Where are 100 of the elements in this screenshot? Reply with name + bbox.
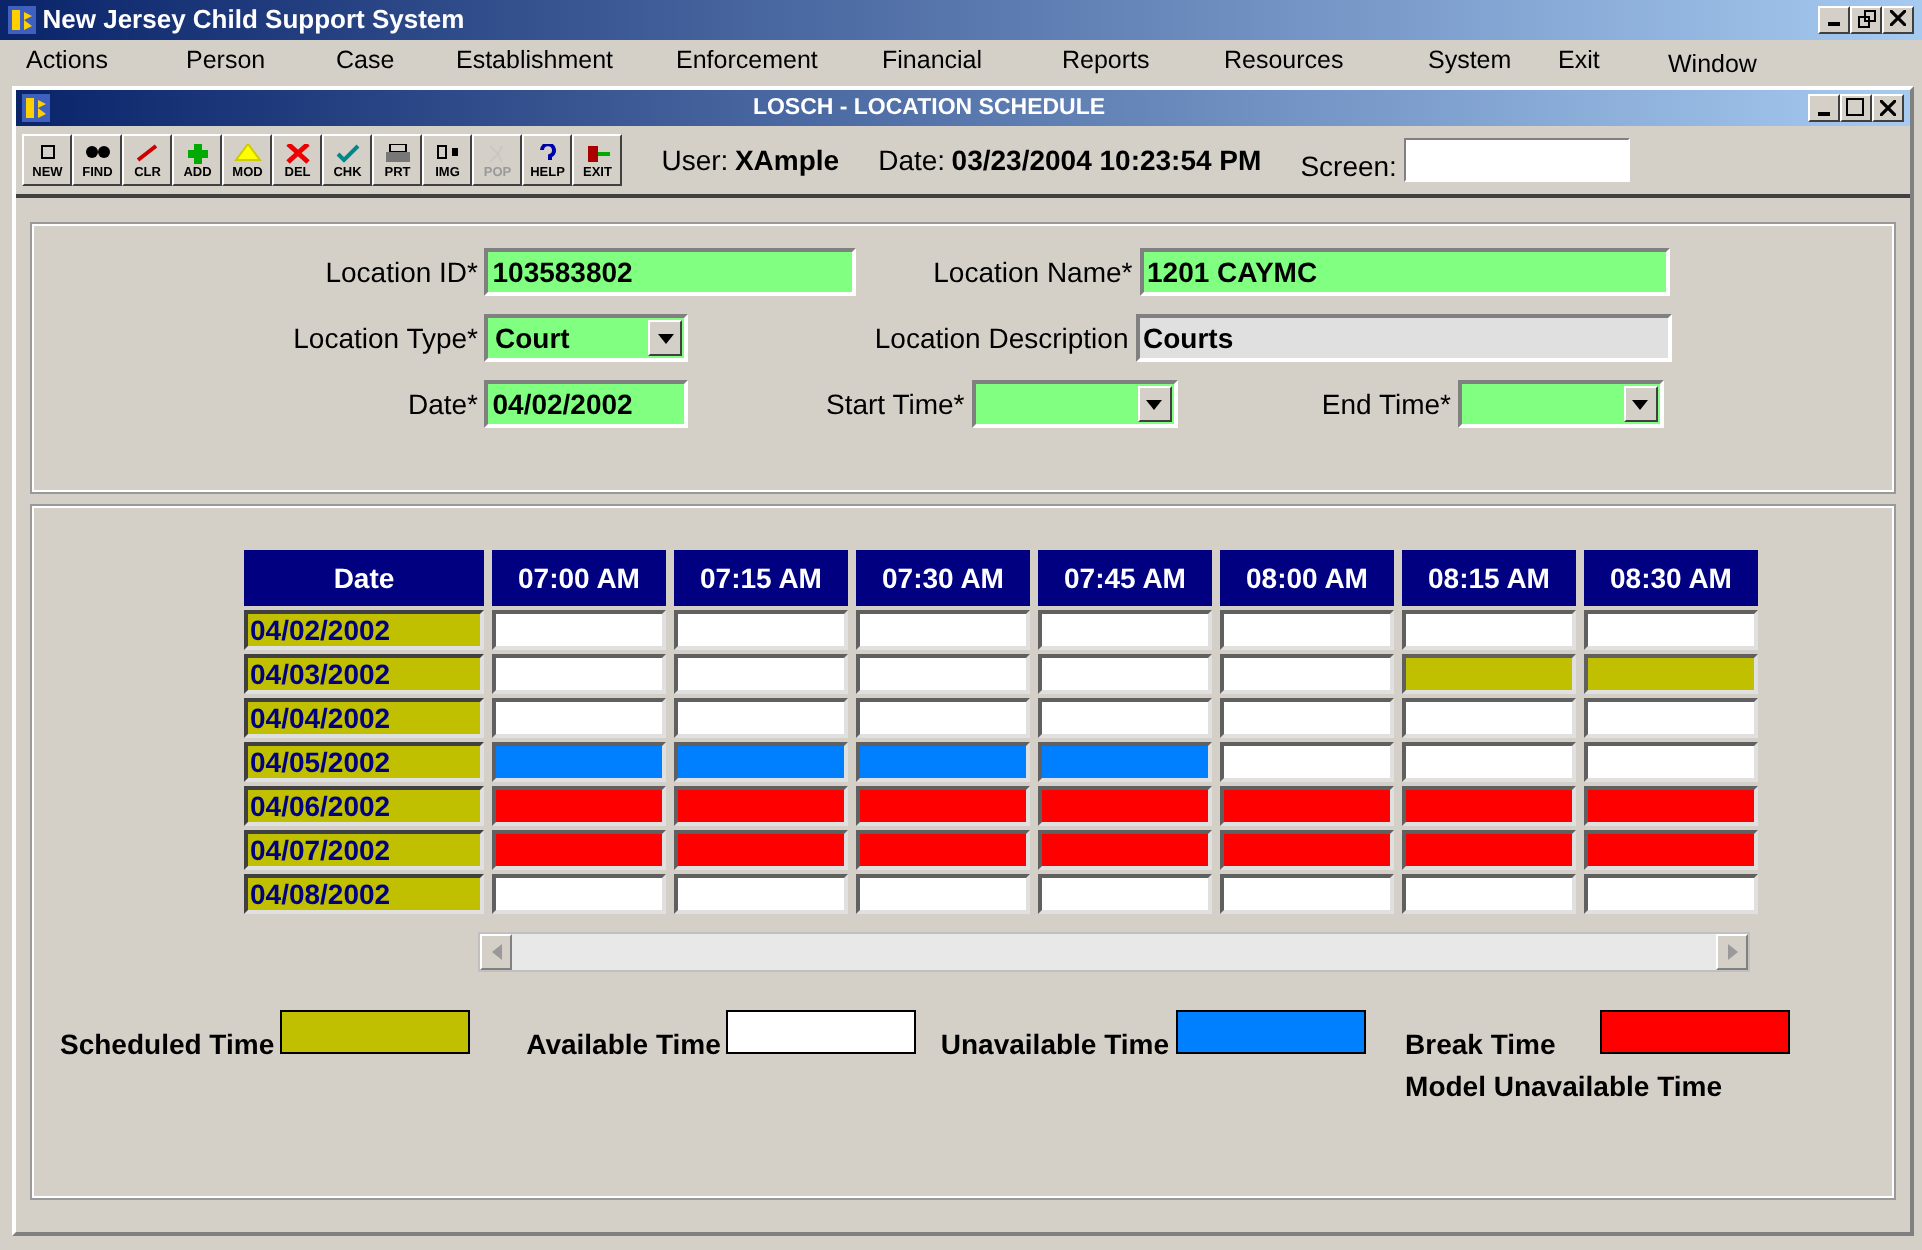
date-time: 03/23/2004 10:23:54 PM — [951, 141, 1262, 180]
time-slot[interactable] — [1584, 874, 1758, 915]
time-slot[interactable] — [1584, 786, 1758, 827]
menu-item[interactable]: Reports — [1062, 41, 1224, 79]
time-slot[interactable] — [1038, 874, 1212, 915]
time-slot[interactable] — [1220, 830, 1394, 871]
time-slot[interactable] — [856, 698, 1030, 739]
close-button[interactable] — [1882, 6, 1914, 34]
legend-label: Available Time — [526, 1025, 721, 1064]
time-slot[interactable] — [674, 610, 848, 651]
time-slot[interactable] — [1584, 830, 1758, 871]
time-slot[interactable] — [856, 742, 1030, 783]
column-header: 07:45 AM — [1038, 550, 1212, 607]
time-slot[interactable] — [1402, 654, 1576, 695]
time-slot[interactable] — [674, 874, 848, 915]
time-slot[interactable] — [674, 830, 848, 871]
time-slot[interactable] — [1402, 698, 1576, 739]
time-slot[interactable] — [1038, 610, 1212, 651]
time-slot[interactable] — [1402, 830, 1576, 871]
time-slot[interactable] — [492, 654, 666, 695]
time-slot[interactable] — [1584, 654, 1758, 695]
time-slot[interactable] — [1584, 742, 1758, 783]
caret-icon — [1146, 399, 1162, 410]
maximize-button[interactable] — [1839, 94, 1872, 123]
menu-item[interactable]: Exit — [1558, 41, 1668, 79]
time-slot[interactable] — [1402, 742, 1576, 783]
time-slot[interactable] — [674, 742, 848, 783]
menu-item[interactable]: Resources — [1224, 41, 1428, 79]
time-slot[interactable] — [856, 786, 1030, 827]
time-slot[interactable] — [1038, 654, 1212, 695]
date-cell[interactable]: 04/04/2002 — [244, 698, 484, 739]
time-slot[interactable] — [674, 698, 848, 739]
time-slot[interactable] — [1584, 698, 1758, 739]
time-slot[interactable] — [1220, 786, 1394, 827]
field-label: Location ID* — [323, 253, 478, 292]
menu-item[interactable]: System — [1428, 41, 1558, 79]
menu-item[interactable]: Case — [336, 41, 456, 79]
caret-icon — [1632, 399, 1649, 410]
time-slot[interactable] — [856, 610, 1030, 651]
start-time-dropdown[interactable] — [971, 380, 1177, 429]
restore-icon — [1857, 9, 1875, 28]
date-cell[interactable]: 04/06/2002 — [244, 786, 484, 827]
time-slot[interactable] — [1038, 698, 1212, 739]
date-cell[interactable]: 04/02/2002 — [244, 610, 484, 651]
dropdown-button[interactable] — [1137, 386, 1171, 423]
screen-label: Screen: — [1300, 148, 1397, 186]
location-id-field[interactable]: 103583802 — [484, 248, 857, 297]
time-slot[interactable] — [856, 654, 1030, 695]
dropdown-button[interactable] — [648, 320, 683, 357]
time-slot[interactable] — [1038, 742, 1212, 783]
time-slot[interactable] — [1038, 786, 1212, 827]
time-slot[interactable] — [1584, 610, 1758, 651]
time-slot[interactable] — [1402, 786, 1576, 827]
end-time-dropdown[interactable] — [1457, 380, 1664, 429]
time-slot[interactable] — [856, 830, 1030, 871]
date-cell[interactable]: 04/08/2002 — [244, 874, 484, 915]
minimize-button[interactable] — [1818, 6, 1850, 34]
scroll-left-button[interactable] — [480, 933, 512, 970]
time-slot[interactable] — [674, 786, 848, 827]
menu-item[interactable]: Establishment — [456, 41, 676, 79]
menu-item[interactable]: Financial — [882, 41, 1062, 79]
location-name-field[interactable]: 1201 CAYMC — [1139, 248, 1669, 297]
close-button[interactable] — [1871, 94, 1904, 123]
time-slot[interactable] — [492, 610, 666, 651]
location-type-dropdown[interactable]: Court — [484, 314, 689, 363]
date-cell[interactable]: 04/05/2002 — [244, 742, 484, 783]
screen-field[interactable] — [1403, 138, 1630, 183]
time-slot[interactable] — [674, 654, 848, 695]
time-slot[interactable] — [492, 874, 666, 915]
scroll-right-button[interactable] — [1716, 933, 1748, 970]
legend-note: Model Unavailable Time — [1405, 1067, 1724, 1106]
field-label: Location Description — [872, 319, 1129, 358]
horizontal-scrollbar[interactable] — [478, 931, 1750, 972]
time-slot[interactable] — [492, 786, 666, 827]
time-slot[interactable] — [1220, 610, 1394, 651]
arrow-left-icon — [491, 943, 501, 960]
maximize-icon — [1846, 98, 1865, 117]
time-slot[interactable] — [1402, 874, 1576, 915]
time-slot[interactable] — [1220, 874, 1394, 915]
menu-item[interactable]: Enforcement — [676, 41, 882, 79]
dropdown-button[interactable] — [1623, 386, 1658, 423]
time-slot[interactable] — [856, 874, 1030, 915]
location-description-field[interactable]: Courts — [1135, 314, 1671, 363]
legend-label: Scheduled Time — [60, 1025, 275, 1064]
time-slot[interactable] — [492, 698, 666, 739]
time-slot[interactable] — [1220, 698, 1394, 739]
time-slot[interactable] — [1220, 654, 1394, 695]
date-cell[interactable]: 04/03/2002 — [244, 654, 484, 695]
time-slot[interactable] — [492, 742, 666, 783]
time-slot[interactable] — [492, 830, 666, 871]
time-slot[interactable] — [1402, 610, 1576, 651]
minimize-button[interactable] — [1807, 94, 1840, 123]
restore-button[interactable] — [1850, 6, 1882, 34]
date-cell[interactable]: 04/07/2002 — [244, 830, 484, 871]
date-field[interactable]: 04/02/2002 — [484, 380, 689, 429]
time-slot[interactable] — [1038, 830, 1212, 871]
menu-item[interactable]: Person — [186, 41, 336, 79]
time-slot[interactable] — [1220, 742, 1394, 783]
menu-item[interactable]: Actions — [26, 41, 186, 79]
menu-item[interactable]: Window — [1668, 45, 1757, 83]
